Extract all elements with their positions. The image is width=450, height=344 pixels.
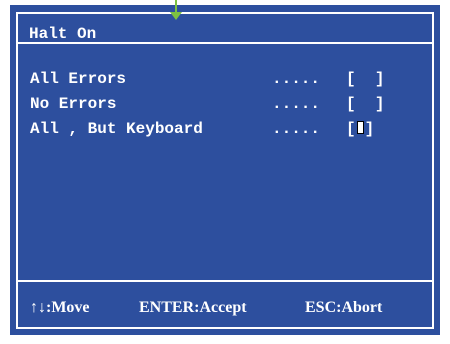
option-all-but-keyboard[interactable]: All , But Keyboard ..... [] bbox=[30, 119, 374, 219]
footer-move-hint: ↑↓:Move bbox=[30, 299, 90, 316]
option-checkbox[interactable]: [ ] bbox=[346, 69, 384, 89]
option-label: No Errors bbox=[30, 95, 117, 113]
option-dots: ..... bbox=[272, 95, 321, 113]
option-dots: ..... bbox=[272, 120, 321, 138]
halt-on-dialog: Halt On All Errors ..... [ ] No Errors .… bbox=[10, 5, 440, 335]
title-divider bbox=[16, 42, 434, 44]
screen: Halt On All Errors ..... [ ] No Errors .… bbox=[0, 0, 450, 344]
option-checkbox[interactable]: [ ] bbox=[346, 94, 384, 114]
dialog-title: Halt On bbox=[29, 25, 97, 43]
option-label: All Errors bbox=[30, 70, 127, 88]
option-label: All , But Keyboard bbox=[30, 120, 203, 138]
footer-divider bbox=[16, 280, 434, 282]
footer-accept-hint: ENTER:Accept bbox=[139, 299, 247, 316]
down-arrow-icon bbox=[170, 0, 182, 20]
option-dots: ..... bbox=[272, 70, 321, 88]
footer-abort-hint: ESC:Abort bbox=[305, 299, 383, 316]
option-checkbox-selected[interactable]: [] bbox=[346, 119, 374, 139]
selection-cursor-icon bbox=[356, 121, 364, 134]
